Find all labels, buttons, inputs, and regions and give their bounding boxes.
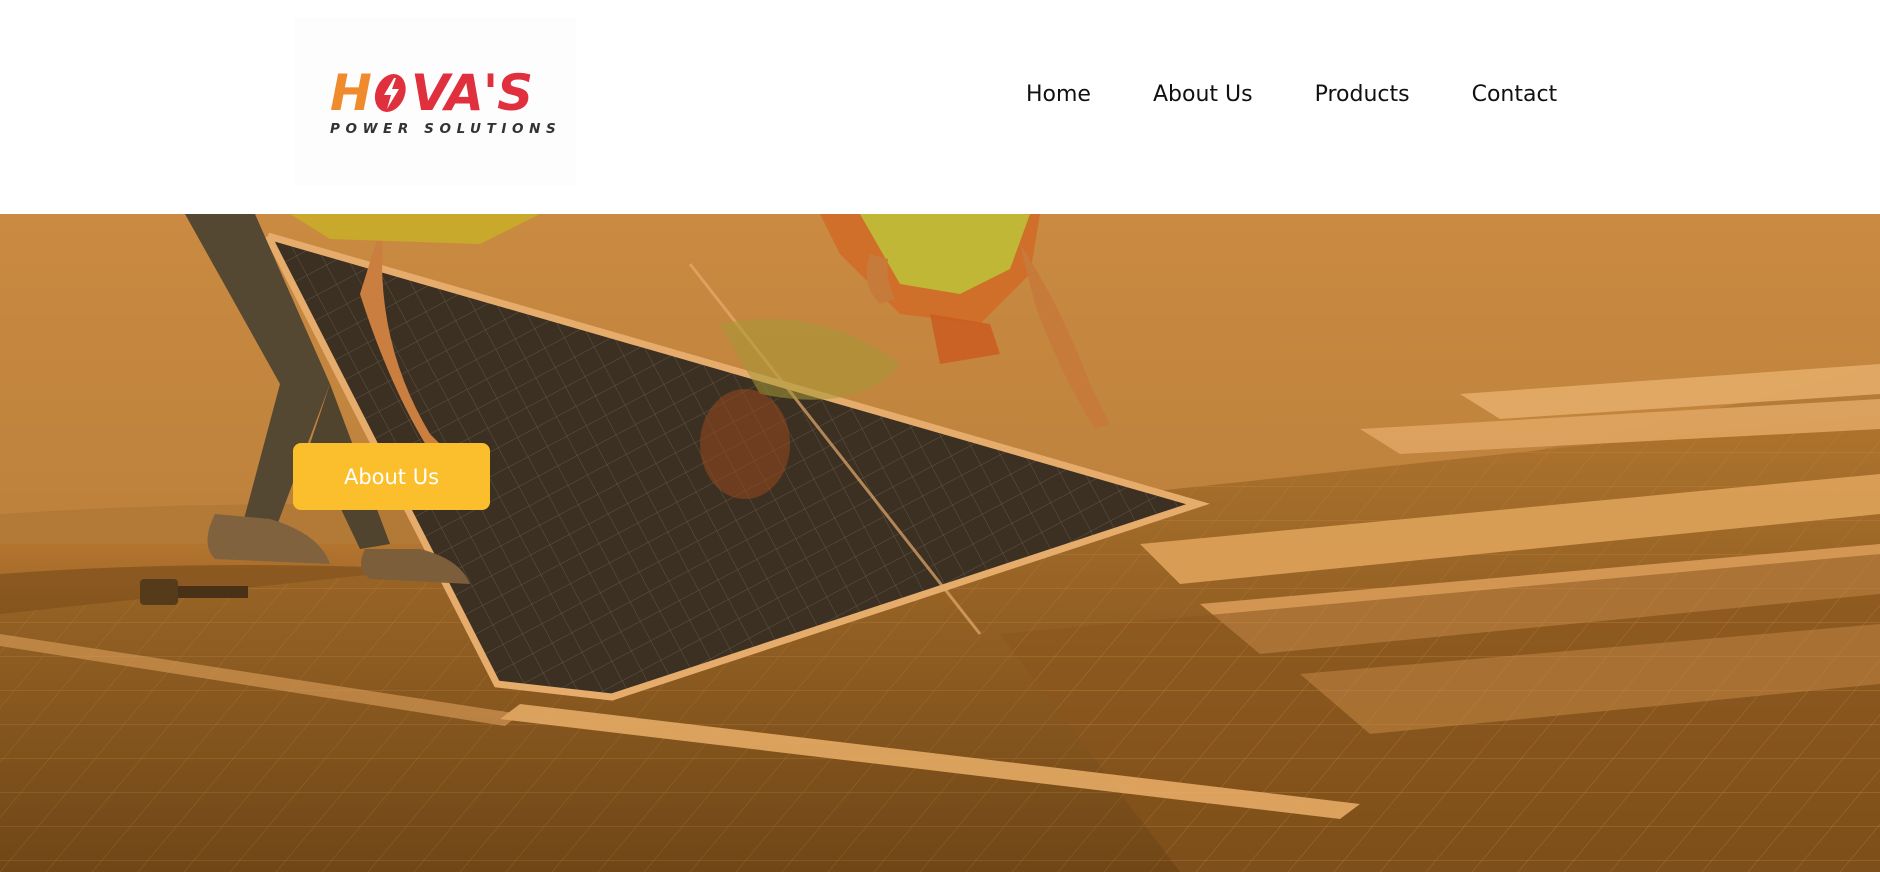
nav-home[interactable]: Home — [1026, 84, 1091, 106]
logo[interactable]: H VA'S POWER SOLUTIONS — [294, 18, 576, 186]
logo-tagline: POWER SOLUTIONS — [330, 120, 562, 137]
nav-contact[interactable]: Contact — [1472, 84, 1558, 106]
logo-letters: VA'S — [410, 63, 533, 122]
about-us-button[interactable]: About Us — [293, 443, 490, 510]
lightning-bolt-icon — [374, 73, 406, 112]
main-nav: Home About Us Products Contact — [1026, 84, 1557, 106]
site-header: H VA'S POWER SOLUTIONS Home About Us Pro… — [0, 0, 1880, 214]
logo-letter-h: H — [330, 63, 372, 122]
hero-background-image — [0, 214, 1880, 872]
nav-products[interactable]: Products — [1315, 84, 1410, 106]
hero-section: About Us — [0, 214, 1880, 872]
nav-about-us[interactable]: About Us — [1153, 84, 1253, 106]
logo-wordmark: H VA'S — [330, 68, 576, 118]
